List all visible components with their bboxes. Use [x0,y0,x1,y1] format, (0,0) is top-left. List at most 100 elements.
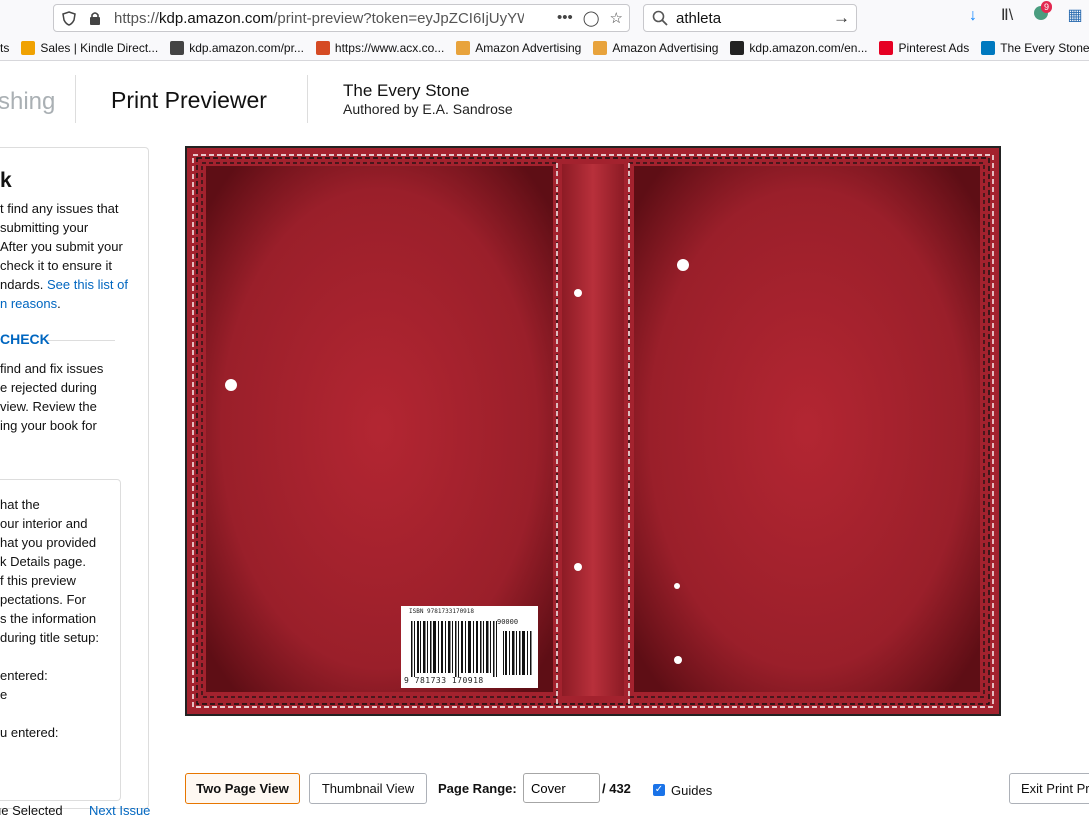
bookmark-item[interactable]: Amazon Advertising [593,41,718,55]
bookmark-item[interactable]: kdp.amazon.com/en... [730,41,867,55]
check-text: find and fix issues e rejected during vi… [0,359,140,435]
check-section-title[interactable]: CHECK [0,331,50,347]
arrow-right-icon[interactable]: → [833,8,850,28]
info-line: our interior and [0,516,88,531]
intro-text: t find any issues that submitting your A… [0,199,140,313]
search-query[interactable]: athleta [676,10,721,27]
header-divider [75,75,76,123]
browser-toolbar: https://kdp.amazon.com/print-preview?tok… [0,0,1089,36]
intro-line: check it to ensure it [0,258,112,273]
download-icon[interactable]: ↓ [963,6,983,26]
pinterest-icon [879,41,894,55]
next-issue-link[interactable]: Next Issue [89,803,150,818]
amazon-icon [730,41,745,55]
bookmark-item[interactable]: https://www.acx.co... [315,41,445,55]
bookmark-label: Sales | Kindle Direct... [40,41,159,55]
page-total: / 432 [602,781,631,796]
shield-icon[interactable] [62,11,76,26]
section-divider [47,340,115,341]
issue-status: ue Selected [0,803,63,818]
notification-badge: 9 [1041,1,1053,13]
cover-spot [225,379,237,391]
info-line: s the information [0,611,97,626]
bookmark-label: kdp.amazon.com/en... [749,41,868,55]
bookmark-label: https://www.acx.co... [334,41,445,55]
search-bar[interactable]: athleta → [643,4,857,32]
bookmarks-bar: ts Sales | Kindle Direct... kdp.amazon.com… [0,36,1089,61]
bookmark-item[interactable]: ts [0,41,9,55]
bookmark-label: kdp.amazon.com/pr... [189,41,304,55]
info-line: hat you provided [0,535,97,550]
page-actions-icon[interactable]: ••• [557,9,573,27]
page-range-label: Page Range: [438,781,517,796]
cover-art [187,148,999,714]
bookmark-label: ts [0,41,10,55]
bookmark-item[interactable]: Sales | Kindle Direct... [21,41,158,55]
search-icon [652,10,668,26]
check-line: find and fix issues [0,361,104,376]
bookmark-label: Amazon Advertising [475,41,582,55]
amazon-a-icon [456,41,471,55]
info-line: k Details page. [0,554,86,569]
bookmark-label: Amazon Advertising [612,41,719,55]
lock-icon[interactable] [88,11,102,26]
header-divider [307,75,308,123]
cover-spot [574,289,582,297]
info-line [0,704,99,723]
info-text: hat the our interior and hat you provide… [0,495,99,742]
bar-chart-icon [21,41,36,55]
bookmark-label: The Every Stone [1000,41,1089,55]
cover-spot [674,656,682,664]
bookmark-item[interactable]: Pinterest Ads [879,41,969,55]
thumbnail-view-button[interactable]: Thumbnail View [309,773,427,804]
two-page-view-button[interactable]: Two Page View [185,773,300,804]
guides-label[interactable]: Guides [671,783,712,798]
info-line: e [0,687,8,702]
grid-icon[interactable]: ▦ [1065,6,1085,26]
page-range-input[interactable] [523,773,600,803]
library-icon[interactable]: Ⅱ\ [997,6,1017,26]
cover-spot [674,583,680,589]
book-title: The Every Stone [343,81,470,100]
cover-spot [677,259,689,271]
page-title: Print Previewer [111,87,267,113]
info-line: hat the [0,497,40,512]
info-line [0,647,99,666]
intro-line: t find any issues that [0,201,119,216]
intro-line: After you submit your [0,239,123,254]
intro-line: ndards. [0,277,44,292]
rejection-reasons-link[interactable]: See this list of [47,277,128,292]
pocket-icon[interactable]: ◯ [583,9,600,27]
rejection-reasons-link[interactable]: n reasons [0,296,57,311]
amazon-a-icon [593,41,608,55]
trello-icon [981,41,996,55]
spine-panel [562,164,624,696]
info-line: u entered: [0,725,59,740]
intro-line: submitting your [0,220,89,235]
url-host: kdp.amazon.com [159,10,274,27]
cover-spot [574,563,582,571]
star-icon[interactable]: ☆ [610,9,623,27]
bookmark-item[interactable]: The Every Stone [981,41,1089,55]
exit-print-previewer-button[interactable]: Exit Print Pr [1009,773,1089,804]
info-line: f this preview [0,573,76,588]
check-line: ing your book for [0,418,97,433]
info-box: hat the our interior and hat you provide… [0,479,121,801]
brand-logo-text[interactable]: shing [0,88,55,116]
cover-preview[interactable] [185,146,1001,716]
info-line: during title setup: [0,630,100,645]
address-bar[interactable]: https://kdp.amazon.com/print-preview?tok… [53,4,630,32]
url-text[interactable]: https://kdp.amazon.com/print-preview?tok… [114,10,524,27]
bookmark-item[interactable]: Amazon Advertising [456,41,581,55]
bookmark-item[interactable]: kdp.amazon.com/pr... [170,41,304,55]
url-path: /print-preview?token=eyJpZCI6IjUyYW [273,10,524,27]
front-cover-panel [634,166,980,692]
extension-icon[interactable]: 9 [1031,1,1053,26]
barcode-number: 9 781733 170918 [404,676,484,685]
info-line: pectations. For [0,592,86,607]
check-line: view. Review the [0,399,97,414]
barcode-bars [411,621,532,677]
guides-checkbox[interactable]: ✓ [653,784,665,796]
check-line: e rejected during [0,380,97,395]
url-prefix: https:// [114,10,160,27]
